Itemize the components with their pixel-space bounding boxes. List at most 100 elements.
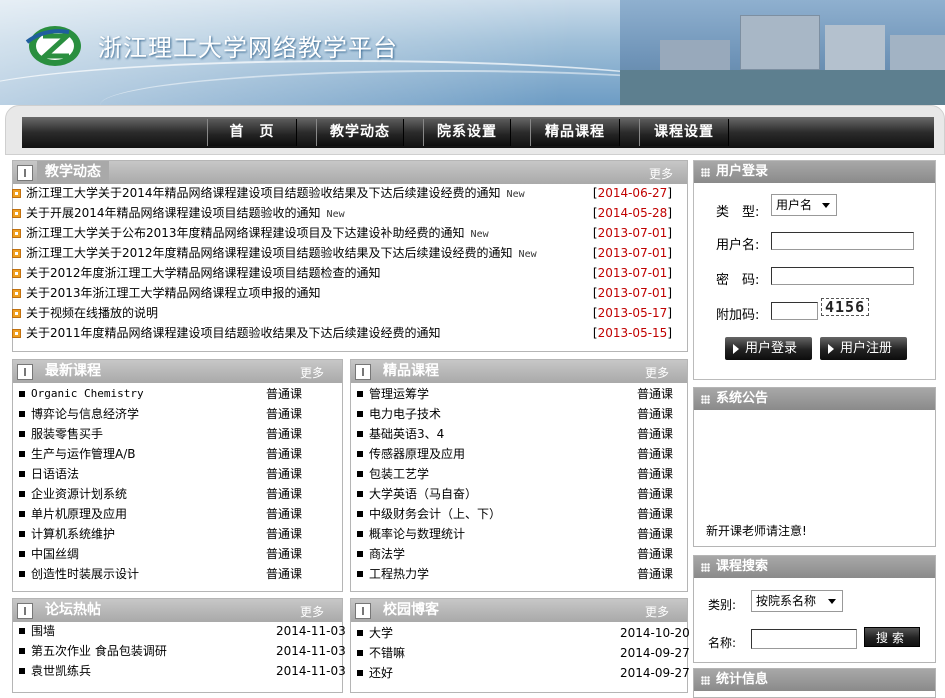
item-link[interactable]: 工程热力学 — [369, 564, 429, 584]
news-link[interactable]: 关于视频在线播放的说明 — [26, 303, 158, 323]
captcha-input[interactable] — [771, 302, 818, 320]
list-item[interactable]: 企业资源计划系统 普通课 — [19, 484, 339, 504]
news-title[interactable]: 浙江理工大学关于2012年度精品网络课程建设项目结题验收结果及下达后续建设经费的… — [26, 246, 513, 260]
item-link[interactable]: 单片机原理及应用 — [31, 504, 127, 524]
list-item[interactable]: Organic Chemistry 普通课 — [19, 384, 339, 404]
announcement-text[interactable]: 新开课老师请注意! — [706, 522, 807, 539]
list-item[interactable]: 大学英语（马自奋） 普通课 — [357, 484, 677, 504]
login-type-select[interactable]: 用户名 — [771, 194, 837, 216]
item-link[interactable]: 日语语法 — [31, 464, 79, 484]
item-link[interactable]: 围墙 — [31, 621, 55, 641]
item-link[interactable]: 不错嘛 — [369, 643, 405, 663]
login-button[interactable]: 用户登录 — [725, 337, 812, 360]
item-link[interactable]: 袁世凯练兵 — [31, 661, 91, 681]
item-link[interactable]: 中国丝绸 — [31, 544, 79, 564]
item-link[interactable]: Organic Chemistry — [31, 384, 144, 404]
nav-item-home[interactable]: 首 页 — [207, 119, 297, 146]
news-item[interactable]: 关于开展2014年精品网络课程建设项目结题验收的通知 New [2014-05-28… — [12, 203, 672, 223]
item-link[interactable]: 大学 — [369, 623, 393, 643]
item-link[interactable]: 博弈论与信息经济学 — [31, 404, 139, 424]
list-item[interactable]: 包装工艺学 普通课 — [357, 464, 677, 484]
news-link[interactable]: 浙江理工大学关于2014年精品网络课程建设项目结题验收结果及下达后续建设经费的通… — [26, 183, 525, 205]
item-link[interactable]: 服装零售买手 — [31, 424, 103, 444]
news-item[interactable]: 关于2013年浙江理工大学精品网络课程立项申报的通知 [2013-07-01] — [12, 283, 672, 303]
item-link[interactable]: 包装工艺学 — [369, 464, 429, 484]
course-name-input[interactable] — [751, 629, 857, 649]
news-item[interactable]: 关于视频在线播放的说明 [2013-05-17] — [12, 303, 672, 323]
list-item[interactable]: 袁世凯练兵 2014-11-03 — [19, 661, 346, 681]
list-item[interactable]: 传感器原理及应用 普通课 — [357, 444, 677, 464]
list-item[interactable]: 基础英语3、4 普通课 — [357, 424, 677, 444]
news-item[interactable]: 浙江理工大学关于2012年度精品网络课程建设项目结题验收结果及下达后续建设经费的… — [12, 243, 672, 263]
list-item[interactable]: 日语语法 普通课 — [19, 464, 339, 484]
news-link[interactable]: 浙江理工大学关于公布2013年度精品网络课程建设项目及下达建设补助经费的通知 Ne… — [26, 223, 489, 245]
item-link[interactable]: 商法学 — [369, 544, 405, 564]
item-link[interactable]: 电力电子技术 — [369, 404, 441, 424]
category-select[interactable]: 按院系名称 — [751, 590, 843, 612]
list-item[interactable]: 管理运筹学 普通课 — [357, 384, 677, 404]
campus-ground — [620, 70, 945, 105]
list-item[interactable]: 大学 2014-10-20 — [357, 623, 690, 643]
list-item[interactable]: 商法学 普通课 — [357, 544, 677, 564]
news-item[interactable]: 浙江理工大学关于公布2013年度精品网络课程建设项目及下达建设补助经费的通知 Ne… — [12, 223, 672, 243]
news-title[interactable]: 浙江理工大学关于公布2013年度精品网络课程建设项目及下达建设补助经费的通知 — [26, 226, 465, 240]
search-header: 课程搜索 — [694, 556, 935, 578]
item-link[interactable]: 企业资源计划系统 — [31, 484, 127, 504]
list-item[interactable]: 不错嘛 2014-09-27 — [357, 643, 690, 663]
password-input[interactable] — [771, 267, 914, 285]
news-item[interactable]: 关于2012年度浙江理工大学精品网络课程建设项目结题检查的通知 [2013-07-… — [12, 263, 672, 283]
list-item[interactable]: 围墙 2014-11-03 — [19, 621, 346, 641]
item-link[interactable]: 概率论与数理统计 — [369, 524, 465, 544]
list-item[interactable]: 概率论与数理统计 普通课 — [357, 524, 677, 544]
item-link[interactable]: 生产与运作管理A/B — [31, 444, 136, 464]
item-link[interactable]: 传感器原理及应用 — [369, 444, 465, 464]
item-link[interactable]: 第五次作业 食品包装调研 — [31, 641, 167, 661]
captcha-image[interactable]: 4156 — [821, 298, 870, 316]
nav-item-teaching-news[interactable]: 教学动态 — [316, 119, 404, 146]
list-item[interactable]: 还好 2014-09-27 — [357, 663, 690, 683]
nav-item-quality-courses[interactable]: 精品课程 — [530, 119, 620, 146]
list-item[interactable]: 中级财务会计（上、下） 普通课 — [357, 504, 677, 524]
item-link[interactable]: 创造性时装展示设计 — [31, 564, 139, 584]
news-item[interactable]: 浙江理工大学关于2014年精品网络课程建设项目结题验收结果及下达后续建设经费的通… — [12, 183, 672, 203]
news-title[interactable]: 关于视频在线播放的说明 — [26, 306, 158, 320]
list-item[interactable]: 工程热力学 普通课 — [357, 564, 677, 584]
nav-item-course-settings[interactable]: 课程设置 — [639, 119, 729, 146]
news-title[interactable]: 关于开展2014年精品网络课程建设项目结题验收的通知 — [26, 206, 321, 220]
news-link[interactable]: 浙江理工大学关于2012年度精品网络课程建设项目结题验收结果及下达后续建设经费的… — [26, 243, 537, 265]
new-badge: New — [518, 249, 537, 260]
nav-item-departments[interactable]: 院系设置 — [423, 119, 511, 146]
list-item[interactable]: 创造性时装展示设计 普通课 — [19, 564, 339, 584]
news-link[interactable]: 关于2011年度精品网络课程建设项目结题验收结果及下达后续建设经费的通知 — [26, 323, 441, 343]
news-title[interactable]: 关于2011年度精品网络课程建设项目结题验收结果及下达后续建设经费的通知 — [26, 326, 441, 340]
list-item[interactable]: 服装零售买手 普通课 — [19, 424, 339, 444]
more-link[interactable]: 更多 — [645, 603, 669, 620]
news-title[interactable]: 关于2013年浙江理工大学精品网络课程立项申报的通知 — [26, 286, 321, 300]
username-input[interactable] — [771, 232, 914, 250]
list-item[interactable]: 电力电子技术 普通课 — [357, 404, 677, 424]
list-item[interactable]: 第五次作业 食品包装调研 2014-11-03 — [19, 641, 346, 661]
news-link[interactable]: 关于2012年度浙江理工大学精品网络课程建设项目结题检查的通知 — [26, 263, 381, 283]
item-link[interactable]: 计算机系统维护 — [31, 524, 115, 544]
list-item[interactable]: 中国丝绸 普通课 — [19, 544, 339, 564]
news-title[interactable]: 关于2012年度浙江理工大学精品网络课程建设项目结题检查的通知 — [26, 266, 381, 280]
item-link[interactable]: 基础英语3、4 — [369, 424, 444, 444]
search-button[interactable]: 搜索 — [864, 627, 920, 647]
item-link[interactable]: 还好 — [369, 663, 393, 683]
item-link[interactable]: 大学英语（马自奋） — [369, 484, 477, 504]
list-item[interactable]: 博弈论与信息经济学 普通课 — [19, 404, 339, 424]
register-button[interactable]: 用户注册 — [820, 337, 907, 360]
more-link[interactable]: 更多 — [645, 364, 669, 381]
more-link[interactable]: 更多 — [649, 165, 673, 182]
news-link[interactable]: 关于开展2014年精品网络课程建设项目结题验收的通知 New — [26, 203, 345, 225]
list-item[interactable]: 计算机系统维护 普通课 — [19, 524, 339, 544]
news-item[interactable]: 关于2011年度精品网络课程建设项目结题验收结果及下达后续建设经费的通知 [201… — [12, 323, 672, 343]
more-link[interactable]: 更多 — [300, 364, 324, 381]
more-link[interactable]: 更多 — [300, 603, 324, 620]
item-link[interactable]: 中级财务会计（上、下） — [369, 504, 501, 524]
news-title[interactable]: 浙江理工大学关于2014年精品网络课程建设项目结题验收结果及下达后续建设经费的通… — [26, 186, 501, 200]
list-item[interactable]: 生产与运作管理A/B 普通课 — [19, 444, 339, 464]
list-item[interactable]: 单片机原理及应用 普通课 — [19, 504, 339, 524]
news-link[interactable]: 关于2013年浙江理工大学精品网络课程立项申报的通知 — [26, 283, 321, 303]
item-link[interactable]: 管理运筹学 — [369, 384, 429, 404]
